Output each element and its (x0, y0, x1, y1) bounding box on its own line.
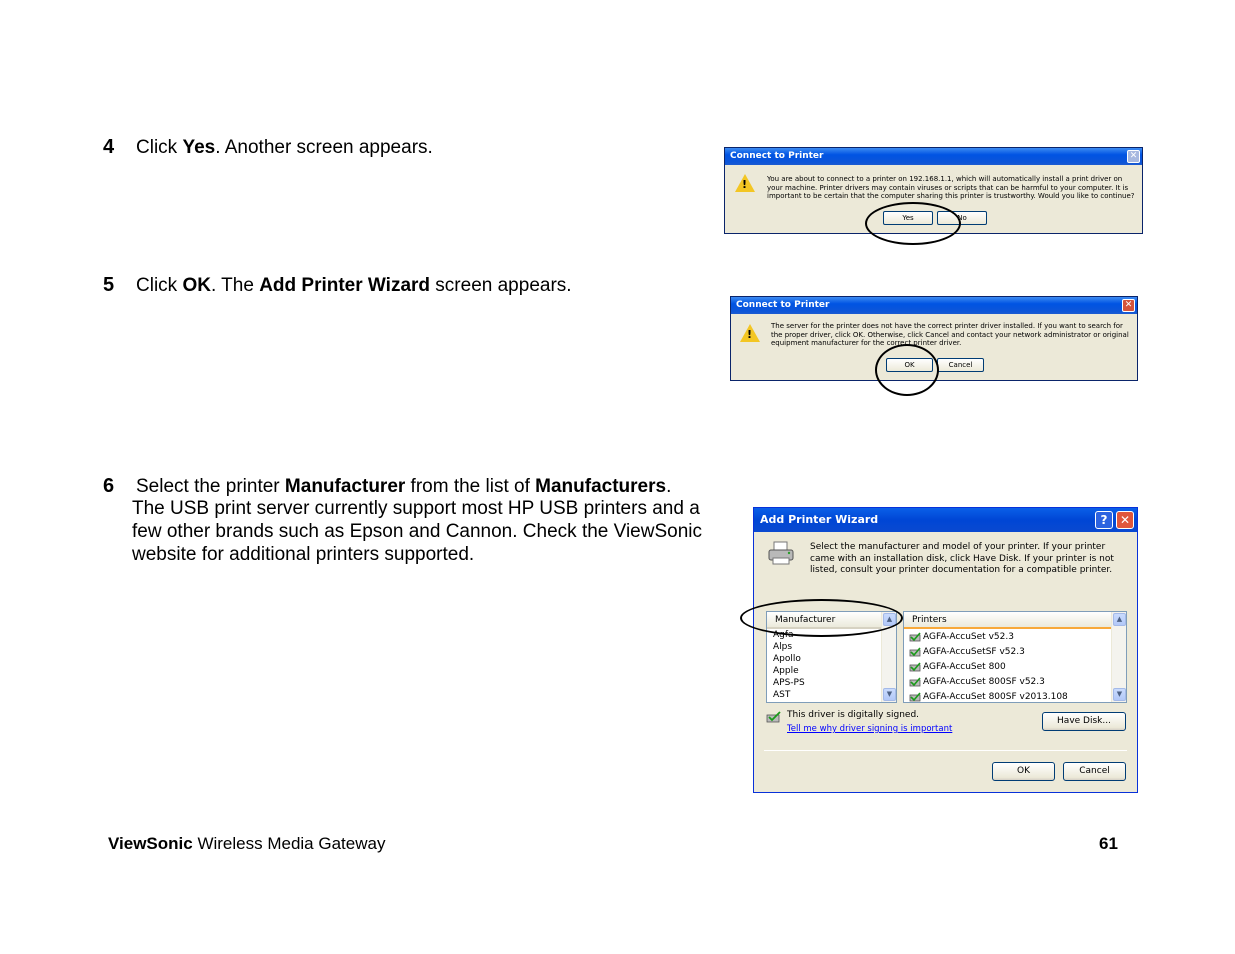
signed-printer-icon (909, 692, 921, 703)
highlight-circle-ok (875, 344, 939, 396)
printers-column-header[interactable]: Printers (904, 612, 1126, 629)
list-item[interactable]: AST (769, 689, 805, 701)
warning-icon: ! (735, 174, 755, 192)
page-number: 61 (1099, 834, 1118, 853)
list-item[interactable]: Apple (769, 665, 805, 677)
printer-icon (768, 541, 794, 565)
step-4: 4 Click Yes. Another screen appears. (103, 136, 433, 158)
signed-driver-icon (766, 711, 781, 723)
list-item[interactable]: Apollo (769, 653, 805, 665)
printers-list[interactable]: Printers AGFA-AccuSet v52.3 AGFA-AccuSet… (903, 611, 1127, 703)
driver-signing-link[interactable]: Tell me why driver signing is important (787, 724, 952, 734)
highlight-circle-yes (865, 202, 961, 245)
manufacturer-items: Agfa Alps Apollo Apple APS-PS AST (769, 629, 805, 701)
list-item[interactable]: APS-PS (769, 677, 805, 689)
close-icon[interactable]: ✕ (1122, 299, 1135, 312)
footer-brand: ViewSonic (108, 834, 193, 853)
close-icon[interactable]: ✕ (1116, 511, 1134, 529)
highlight-circle-manufacturer (740, 599, 903, 637)
scroll-down-icon[interactable]: ▼ (1113, 688, 1126, 701)
list-item[interactable]: AGFA-AccuSet 800 (905, 660, 1068, 675)
list-item[interactable]: AGFA-AccuSetSF v52.3 (905, 645, 1068, 660)
dialog-title: Connect to Printer (736, 300, 830, 310)
warning-icon: ! (740, 324, 760, 342)
cancel-button[interactable]: Cancel (1063, 762, 1126, 781)
list-item[interactable]: AGFA-AccuSet v52.3 (905, 630, 1068, 645)
dialog-title: Connect to Printer (730, 151, 824, 161)
step-6-body: The USB print server currently support m… (132, 498, 702, 565)
wizard-description: Select the manufacturer and model of you… (810, 542, 1114, 575)
step-6: 6 Select the printer Manufacturer from th… (103, 475, 672, 497)
dialog-message: You are about to connect to a printer on… (767, 175, 1135, 200)
signed-printer-icon (909, 647, 921, 658)
ok-button[interactable]: OK (992, 762, 1055, 781)
emphasis-manufacturer: Manufacturer (284, 476, 406, 497)
dialog-title-bar: Connect to Printer ✕ (725, 148, 1142, 165)
step-number: 4 (103, 136, 115, 158)
help-icon[interactable]: ? (1095, 511, 1113, 529)
signed-driver-text: This driver is digitally signed. (787, 710, 920, 720)
scroll-up-icon[interactable]: ▲ (1113, 613, 1126, 626)
list-item[interactable]: AGFA-AccuSet 800SF v52.3 (905, 675, 1068, 690)
emphasis-yes: Yes (182, 137, 216, 158)
scrollbar[interactable]: ▲ ▼ (1111, 612, 1126, 702)
footer-product-name: Wireless Media Gateway (192, 834, 386, 853)
scroll-down-icon[interactable]: ▼ (883, 688, 896, 701)
list-item[interactable]: AGFA-AccuSet 800SF v2013.108 (905, 690, 1068, 705)
signed-printer-icon (909, 677, 921, 688)
emphasis-manufacturers: Manufacturers (535, 476, 667, 497)
wizard-title-bar: Add Printer Wizard ? ✕ (754, 508, 1137, 532)
footer-product: ViewSonic Wireless Media Gateway (108, 834, 385, 854)
have-disk-button[interactable]: Have Disk... (1042, 712, 1126, 731)
emphasis-ok: OK (182, 275, 211, 296)
wizard-title: Add Printer Wizard (760, 513, 879, 526)
step-5: 5 Click OK. The Add Printer Wizard screen… (103, 274, 572, 296)
close-icon[interactable]: ✕ (1127, 150, 1140, 163)
add-printer-wizard-dialog: Add Printer Wizard ? ✕ Select the manufa… (753, 507, 1138, 793)
printer-items: AGFA-AccuSet v52.3 AGFA-AccuSetSF v52.3 … (905, 630, 1068, 705)
step-number: 6 (103, 475, 115, 497)
cancel-button[interactable]: Cancel (937, 358, 984, 372)
dialog-message: The server for the printer does not have… (771, 322, 1129, 347)
list-item[interactable]: Alps (769, 641, 805, 653)
step-number: 5 (103, 274, 115, 296)
signed-printer-icon (909, 662, 921, 673)
emphasis-add-printer-wizard: Add Printer Wizard (259, 275, 431, 296)
divider (764, 750, 1127, 751)
signed-printer-icon (909, 632, 921, 643)
dialog-title-bar: Connect to Printer ✕ (731, 297, 1137, 314)
